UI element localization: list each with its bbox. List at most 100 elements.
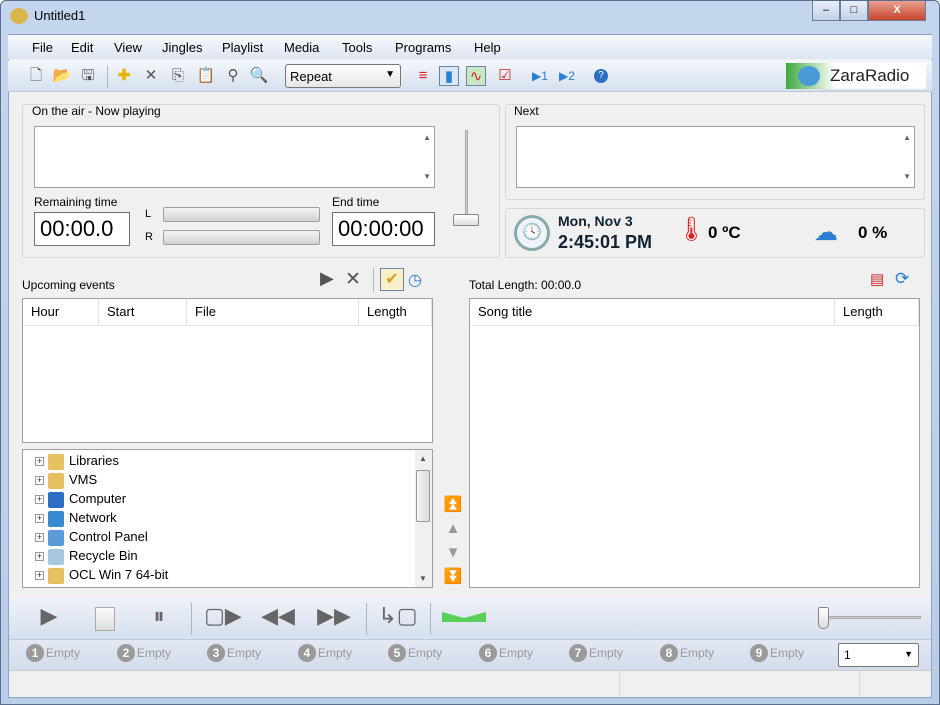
equalizer-icon[interactable]: ≡ bbox=[413, 66, 433, 86]
tree-scrollbar[interactable]: ▲ ▼ bbox=[415, 450, 432, 587]
column-hour[interactable]: Hour bbox=[23, 299, 99, 325]
volume-slider-track[interactable] bbox=[465, 130, 468, 226]
jingle-9-button[interactable]: 9 Empty bbox=[750, 644, 804, 662]
maximize-button[interactable]: □ bbox=[840, 1, 868, 21]
stop-after-icon[interactable]: ↳▢ bbox=[376, 603, 420, 629]
left-channel-label: L bbox=[145, 208, 152, 220]
expand-icon[interactable]: + bbox=[35, 495, 44, 505]
scroll-up-icon[interactable]: ▲ bbox=[419, 454, 427, 463]
mode-select[interactable]: Repeat ▼ bbox=[285, 64, 401, 88]
control-panel-icon bbox=[48, 529, 64, 546]
scroll-up-icon[interactable]: ▲ bbox=[423, 133, 431, 142]
player-1-icon[interactable]: ▶1 bbox=[530, 66, 550, 86]
play-icon[interactable]: ▶ bbox=[32, 603, 66, 629]
jingle-label: Empty bbox=[137, 646, 172, 660]
column-song-title[interactable]: Song title bbox=[470, 299, 835, 325]
play-next-icon[interactable]: ▢▶ bbox=[200, 603, 246, 629]
tree-item-computer[interactable]: + Computer bbox=[35, 489, 126, 508]
player-2-icon[interactable]: ▶2 bbox=[557, 66, 577, 86]
fast-forward-icon[interactable]: ▶▶ bbox=[314, 603, 354, 629]
delete-icon[interactable]: ✕ bbox=[141, 66, 161, 86]
pause-icon[interactable]: ⏸ bbox=[142, 603, 176, 629]
jingle-6-button[interactable]: 6 Empty bbox=[479, 644, 533, 662]
scroll-up-icon[interactable]: ▲ bbox=[903, 133, 911, 142]
scroll-down-icon[interactable]: ▼ bbox=[903, 172, 911, 181]
tree-item-network[interactable]: + Network bbox=[35, 508, 117, 527]
chevron-down-icon: ▼ bbox=[385, 69, 395, 80]
position-slider-track[interactable] bbox=[823, 616, 921, 619]
enable-events-toggle[interactable]: ✔ bbox=[380, 268, 404, 291]
jingle-3-button[interactable]: 3 Empty bbox=[207, 644, 261, 662]
jingle-5-button[interactable]: 5 Empty bbox=[388, 644, 442, 662]
tree-item-label: Network bbox=[69, 510, 117, 525]
jingle-7-button[interactable]: 7 Empty bbox=[569, 644, 623, 662]
move-bottom-icon[interactable]: ⏬ bbox=[443, 565, 463, 589]
tree-item-vms[interactable]: + VMS bbox=[35, 470, 97, 489]
waveform-icon[interactable]: ∿ bbox=[466, 66, 486, 86]
column-start[interactable]: Start bbox=[99, 299, 187, 325]
column-length[interactable]: Length bbox=[359, 299, 432, 325]
jingle-1-button[interactable]: 1 Empty bbox=[26, 644, 80, 662]
expand-icon[interactable]: + bbox=[35, 514, 44, 524]
jingle-2-button[interactable]: 2 Empty bbox=[117, 644, 171, 662]
expand-icon[interactable]: + bbox=[35, 476, 44, 486]
close-button[interactable]: X bbox=[868, 1, 926, 21]
level-icon[interactable]: ▮ bbox=[439, 66, 459, 86]
move-up-icon[interactable]: ▲ bbox=[443, 517, 463, 541]
folder-icon bbox=[48, 567, 64, 584]
new-icon[interactable]: 🗋 bbox=[26, 66, 46, 86]
menu-programs[interactable]: Programs bbox=[395, 40, 451, 55]
jingle-8-button[interactable]: 8 Empty bbox=[660, 644, 714, 662]
scroll-down-icon[interactable]: ▼ bbox=[423, 172, 431, 181]
scrollbar-thumb[interactable] bbox=[416, 470, 430, 522]
move-top-icon[interactable]: ⏫ bbox=[443, 493, 463, 517]
copy-icon[interactable]: ⎘ bbox=[168, 66, 188, 86]
jingle-set-select[interactable]: 1 ▼ bbox=[838, 643, 919, 667]
expand-icon[interactable]: + bbox=[35, 533, 44, 543]
volume-slider-thumb[interactable] bbox=[453, 214, 479, 226]
tree-item-label: Libraries bbox=[69, 453, 119, 468]
rewind-icon[interactable]: ◀◀ bbox=[258, 603, 298, 629]
menu-edit[interactable]: Edit bbox=[71, 40, 93, 55]
add-icon[interactable]: ✚ bbox=[114, 66, 134, 86]
menu-view[interactable]: View bbox=[114, 40, 142, 55]
tree-item-libraries[interactable]: + Libraries bbox=[35, 451, 119, 470]
menu-jingles[interactable]: Jingles bbox=[162, 40, 202, 55]
playlist-clear-icon[interactable]: ▤ bbox=[870, 270, 884, 288]
help-icon[interactable]: ? bbox=[594, 69, 608, 83]
jingle-label: Empty bbox=[227, 646, 262, 660]
tree-item-recycle-bin[interactable]: + Recycle Bin bbox=[35, 546, 138, 565]
menu-tools[interactable]: Tools bbox=[342, 40, 372, 55]
column-length[interactable]: Length bbox=[835, 299, 919, 325]
stop-icon[interactable] bbox=[95, 607, 115, 631]
delete-event-icon[interactable]: ✕ bbox=[345, 268, 361, 291]
menu-media[interactable]: Media bbox=[284, 40, 319, 55]
find-folder-icon[interactable]: 🔍 bbox=[249, 66, 269, 86]
menu-help[interactable]: Help bbox=[474, 40, 501, 55]
refresh-icon[interactable]: ⟳ bbox=[895, 269, 909, 289]
search-icon[interactable]: ⚲ bbox=[223, 66, 243, 86]
schedule-icon[interactable]: ◷ bbox=[408, 270, 422, 290]
minimize-button[interactable]: – bbox=[812, 1, 840, 21]
scroll-down-icon[interactable]: ▼ bbox=[419, 574, 427, 583]
expand-icon[interactable]: + bbox=[35, 457, 44, 467]
tree-item-control-panel[interactable]: + Control Panel bbox=[35, 527, 148, 546]
menu-file[interactable]: File bbox=[32, 40, 53, 55]
jingle-number-icon: 7 bbox=[569, 644, 587, 662]
expand-icon[interactable]: + bbox=[35, 552, 44, 562]
open-icon[interactable]: 📂 bbox=[52, 66, 72, 86]
move-down-icon[interactable]: ▼ bbox=[443, 541, 463, 565]
save-icon[interactable]: 🖫 bbox=[78, 66, 98, 86]
tree-item-ocl[interactable]: + OCL Win 7 64-bit bbox=[35, 565, 168, 584]
checklist-icon[interactable]: ☑ bbox=[495, 66, 515, 86]
jingle-set-value: 1 bbox=[844, 648, 851, 662]
jingle-4-button[interactable]: 4 Empty bbox=[298, 644, 352, 662]
next-label: Next bbox=[514, 104, 539, 118]
column-file[interactable]: File bbox=[187, 299, 359, 325]
paste-icon[interactable]: 📋 bbox=[196, 66, 216, 86]
play-event-icon[interactable]: ▶ bbox=[320, 268, 334, 289]
expand-icon[interactable]: + bbox=[35, 571, 44, 581]
position-slider-thumb[interactable] bbox=[818, 607, 829, 629]
rain-cloud-icon: ☁ bbox=[814, 219, 838, 246]
menu-playlist[interactable]: Playlist bbox=[222, 40, 263, 55]
